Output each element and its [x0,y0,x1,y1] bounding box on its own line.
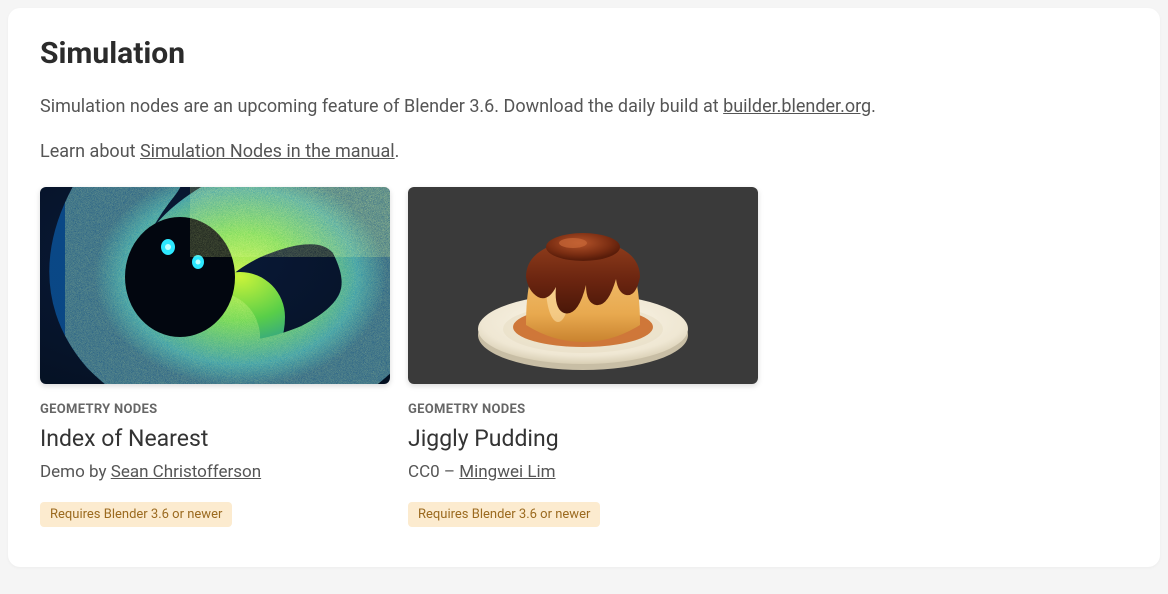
learn-suffix: . [395,141,400,162]
credit-link[interactable]: Mingwei Lim [459,462,555,482]
item-category: GEOMETRY NODES [408,402,758,417]
version-badge: Requires Blender 3.6 or newer [408,502,600,527]
particle-swirl-image [40,187,390,384]
items-grid: GEOMETRY NODES Index of Nearest Demo by … [40,187,1128,527]
desc-prefix: Simulation nodes are an upcoming feature… [40,96,723,117]
version-badge: Requires Blender 3.6 or newer [40,502,232,527]
section-card: Simulation Simulation nodes are an upcom… [8,8,1160,567]
manual-link[interactable]: Simulation Nodes in the manual [140,141,395,162]
pudding-image [408,187,758,384]
credit-link[interactable]: Sean Christofferson [111,462,261,482]
item-category: GEOMETRY NODES [40,402,390,417]
learn-prefix: Learn about [40,141,140,162]
desc-suffix: . [871,96,876,117]
section-title: Simulation [40,36,1128,71]
learn-description: Learn about Simulation Nodes in the manu… [40,138,1128,165]
builder-link[interactable]: builder.blender.org [723,96,871,117]
demo-thumbnail-link[interactable] [408,187,758,384]
demo-item: GEOMETRY NODES Jiggly Pudding CC0 – Ming… [408,187,758,527]
item-credit: Demo by Sean Christofferson [40,462,390,482]
item-title: Jiggly Pudding [408,425,758,452]
item-credit: CC0 – Mingwei Lim [408,462,758,482]
demo-item: GEOMETRY NODES Index of Nearest Demo by … [40,187,390,527]
demo-thumbnail-link[interactable] [40,187,390,384]
credit-prefix: CC0 – [408,462,459,482]
item-title: Index of Nearest [40,425,390,452]
section-description: Simulation nodes are an upcoming feature… [40,93,1128,120]
credit-prefix: Demo by [40,462,111,482]
